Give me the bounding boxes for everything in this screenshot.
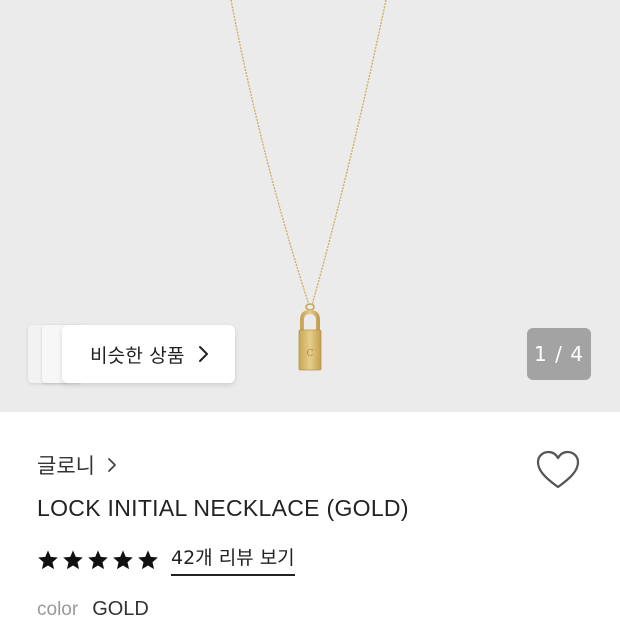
image-counter: 1 / 4 <box>527 328 591 380</box>
star-icon <box>38 549 58 569</box>
svg-text:C: C <box>307 349 314 359</box>
color-option: color GOLD <box>37 598 149 620</box>
color-option-value: GOLD <box>92 598 149 620</box>
star-icon <box>138 549 158 569</box>
brand-link[interactable]: 글로니 <box>37 450 117 480</box>
brand-name: 글로니 <box>37 454 95 478</box>
rating-row: 42개 리뷰 보기 <box>37 543 295 576</box>
review-link[interactable]: 42개 리뷰 보기 <box>171 543 295 576</box>
similar-products-button[interactable]: 비슷한 상품 <box>62 325 235 383</box>
product-gallery[interactable]: C 비슷한 상품 1 / 4 <box>0 0 620 412</box>
similar-products-label: 비슷한 상품 <box>90 344 185 367</box>
color-option-label: color <box>37 599 79 620</box>
product-title: LOCK INITIAL NECKLACE (GOLD) <box>37 495 409 521</box>
star-icon <box>113 549 133 569</box>
heart-outline-icon[interactable] <box>536 450 580 490</box>
rating-stars <box>37 549 159 571</box>
chevron-right-icon <box>198 346 208 362</box>
star-icon <box>63 549 83 569</box>
chevron-right-icon <box>108 458 116 472</box>
star-icon <box>88 549 108 569</box>
